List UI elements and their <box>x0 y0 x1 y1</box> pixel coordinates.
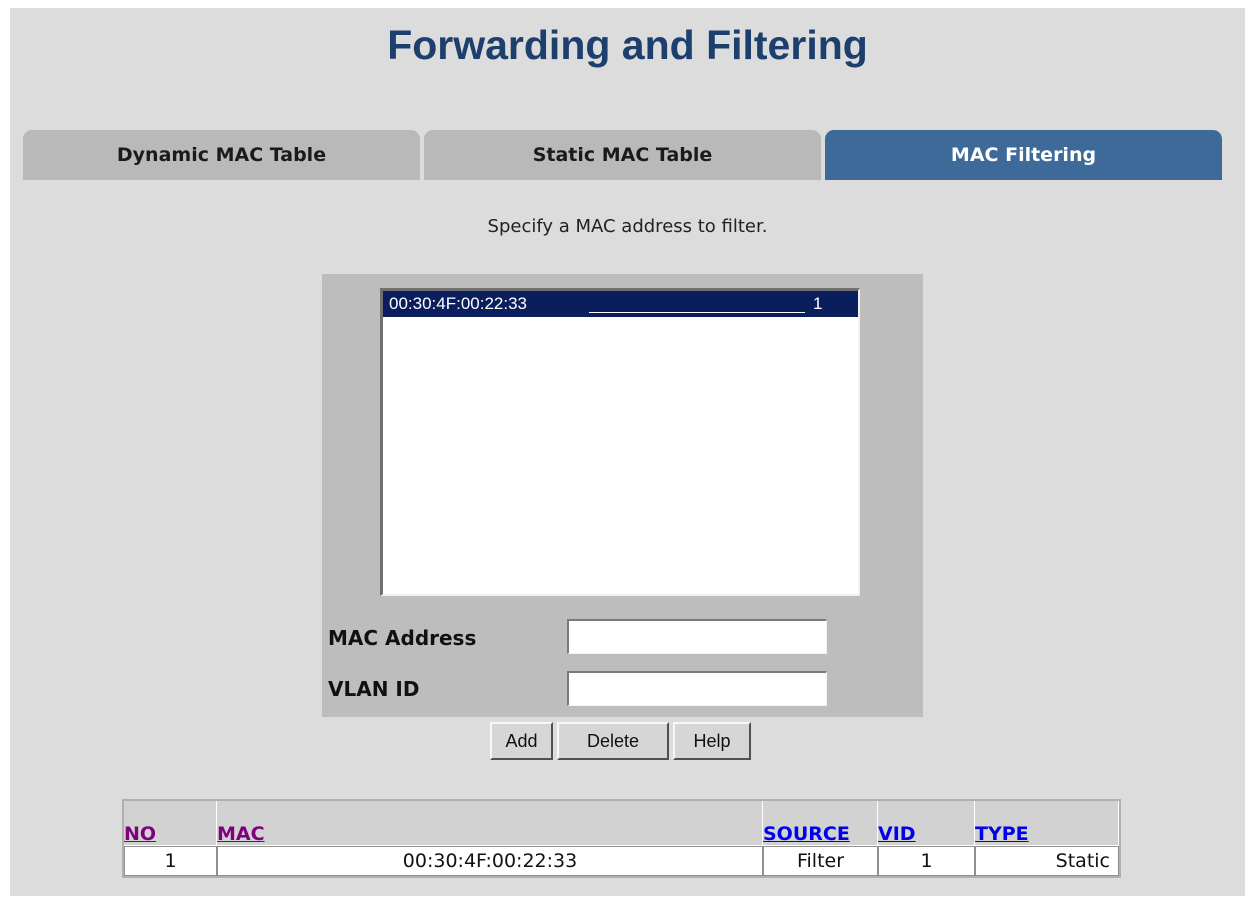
column-header-type[interactable]: TYPE <box>975 801 1119 846</box>
table-header-row: NO MAC SOURCE VID TYPE <box>124 801 1119 846</box>
listbox-item-vid: 1 <box>813 294 823 313</box>
sort-link-source[interactable]: SOURCE <box>763 823 850 845</box>
tab-dynamic-mac-table[interactable]: Dynamic MAC Table <box>23 130 420 180</box>
cell-vid: 1 <box>878 846 975 876</box>
cell-type: Static <box>975 846 1119 876</box>
sort-link-no[interactable]: NO <box>124 823 156 845</box>
page-container: Forwarding and Filtering Dynamic MAC Tab… <box>10 8 1245 896</box>
cell-no: 1 <box>124 846 217 876</box>
column-header-no[interactable]: NO <box>124 801 217 846</box>
instruction-text: Specify a MAC address to filter. <box>487 216 768 237</box>
help-button[interactable]: Help <box>673 722 751 760</box>
sort-link-type[interactable]: TYPE <box>975 823 1029 845</box>
vlan-id-input[interactable] <box>567 671 827 706</box>
mac-address-label: MAC Address <box>328 626 477 650</box>
column-header-mac[interactable]: MAC <box>217 801 763 846</box>
delete-button[interactable]: Delete <box>557 722 669 760</box>
table-row: 1 00:30:4F:00:22:33 Filter 1 Static <box>124 846 1119 876</box>
sort-link-mac[interactable]: MAC <box>217 823 265 845</box>
listbox-item-selected[interactable]: 00:30:4F:00:22:33 1 <box>383 291 858 317</box>
tab-mac-filtering[interactable]: MAC Filtering <box>825 130 1222 180</box>
cell-source: Filter <box>763 846 878 876</box>
sort-link-vid[interactable]: VID <box>878 823 916 845</box>
page-title: Forwarding and Filtering <box>387 22 868 68</box>
cell-mac: 00:30:4F:00:22:33 <box>217 846 763 876</box>
column-header-vid[interactable]: VID <box>878 801 975 846</box>
add-button[interactable]: Add <box>490 722 553 760</box>
mac-filter-table: NO MAC SOURCE VID TYPE 1 00:30:4F:00:22:… <box>122 799 1121 878</box>
filtered-mac-listbox[interactable]: 00:30:4F:00:22:33 1 <box>380 288 860 596</box>
listbox-item-mac: 00:30:4F:00:22:33 <box>389 294 528 313</box>
vlan-id-label: VLAN ID <box>328 677 420 701</box>
filter-form-panel: 00:30:4F:00:22:33 1 MAC Address VLAN ID <box>322 274 923 717</box>
column-header-source[interactable]: SOURCE <box>763 801 878 846</box>
mac-address-input[interactable] <box>567 619 827 654</box>
tab-static-mac-table[interactable]: Static MAC Table <box>424 130 821 180</box>
listbox-item-separator <box>589 293 805 313</box>
